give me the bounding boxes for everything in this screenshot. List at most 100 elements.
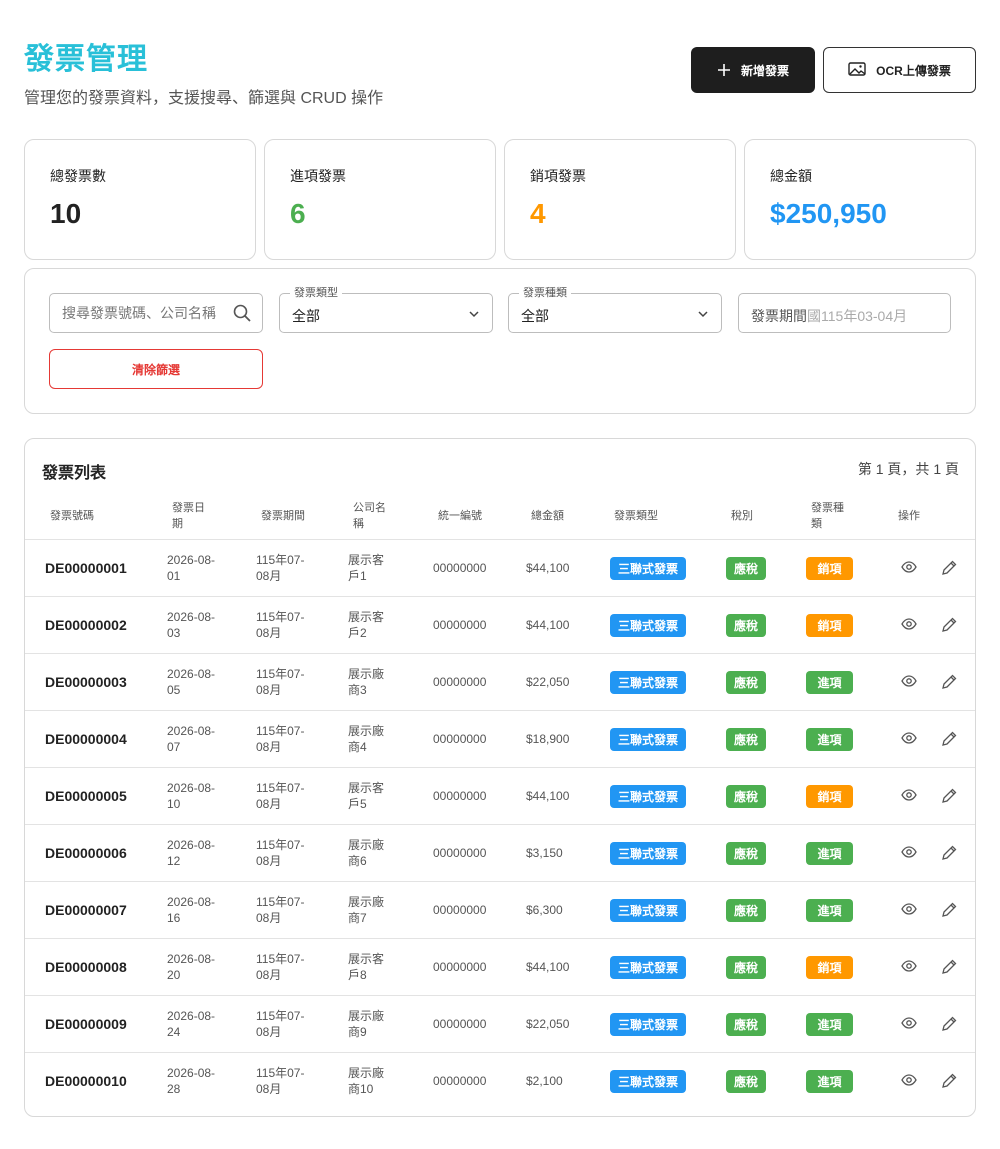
- company-name-line1: 展示廠: [348, 895, 385, 909]
- invoice-type-badge: 三聯式發票: [610, 956, 686, 979]
- pencil-icon[interactable]: [940, 730, 958, 753]
- eye-icon[interactable]: [901, 673, 917, 694]
- table-row[interactable]: DE00000010 2026-08- 28 115年07- 08月 展示廠 商10 0000…: [25, 1052, 975, 1109]
- page-subtitle: 管理您的發票資料，支援搜尋、篩選與 CRUD 操作: [24, 90, 384, 107]
- table-row[interactable]: DE00000002 2026-08- 03 115年07- 08月 展示客 戶2 00000…: [25, 596, 975, 653]
- eye-icon[interactable]: [901, 1072, 917, 1093]
- table-row[interactable]: DE00000006 2026-08- 12 115年07- 08月 展示廠 商6 00000…: [25, 824, 975, 881]
- invoice-date-line1: 2026-08-: [167, 667, 216, 681]
- invoice-period-line1: 115年07-: [256, 838, 305, 852]
- add-invoice-button[interactable]: 新增發票: [691, 47, 815, 93]
- pencil-icon[interactable]: [940, 559, 958, 582]
- page-header: 發票管理 管理您的發票資料，支援搜尋、篩選與 CRUD 操作 新增發票 OCR上…: [24, 30, 976, 110]
- invoice-period-label: 發票期間國115年03-04月: [751, 306, 907, 326]
- tax-badge: 應稅: [726, 728, 766, 751]
- invoice-date: 2026-08- 05: [167, 666, 215, 698]
- invoice-type-select[interactable]: 發票類型 全部: [279, 286, 493, 333]
- header-date-line2: 期: [172, 518, 183, 530]
- invoice-kind-select[interactable]: 發票種類 全部: [508, 286, 722, 333]
- chevron-down-icon: [697, 307, 709, 325]
- eye-icon[interactable]: [901, 958, 917, 979]
- header-actions: 操作: [898, 510, 920, 522]
- eye-icon[interactable]: [901, 1015, 917, 1036]
- stat-value: 6: [290, 198, 306, 229]
- invoice-type-badge: 三聯式發票: [610, 842, 686, 865]
- invoice-date-line1: 2026-08-: [167, 838, 216, 852]
- pencil-icon[interactable]: [940, 1015, 958, 1038]
- table-row[interactable]: DE00000001 2026-08- 01 115年07- 08月 展示客 戶1 00000…: [25, 539, 975, 596]
- stat-value: $250,950: [770, 198, 887, 229]
- stat-label: 銷項發票: [530, 168, 586, 184]
- eye-icon[interactable]: [901, 901, 917, 922]
- invoice-period: 115年07- 08月: [256, 1065, 304, 1097]
- table-row[interactable]: DE00000008 2026-08- 20 115年07- 08月 展示客 戶8 00000…: [25, 938, 975, 995]
- tax-id: 00000000: [433, 1074, 487, 1088]
- company-name: 展示客戶1: [348, 552, 384, 584]
- invoice-date-line2: 12: [167, 854, 181, 868]
- table-row[interactable]: DE00000007 2026-08- 16 115年07- 08月 展示廠 商7 00000…: [25, 881, 975, 938]
- invoice-date-line1: 2026-08-: [167, 724, 216, 738]
- tax-id: 00000000: [433, 903, 487, 917]
- total-amount: $22,050: [526, 675, 570, 689]
- stat-card-output: 銷項發票 4: [504, 139, 736, 260]
- stat-label: 總發票數: [50, 168, 106, 184]
- invoice-kind-badge: 銷項: [806, 557, 853, 580]
- clear-filters-button[interactable]: 清除篩選: [49, 349, 263, 389]
- tax-id: 00000000: [433, 732, 487, 746]
- eye-icon[interactable]: [901, 730, 917, 751]
- company-name-line1: 展示客: [348, 952, 385, 966]
- pencil-icon[interactable]: [940, 844, 958, 867]
- invoice-no: DE00000001: [45, 560, 127, 576]
- invoice-period-line2: 08月: [256, 569, 282, 583]
- pagination-info: 第 1 頁，共 1 頁: [857, 461, 959, 477]
- eye-icon[interactable]: [901, 559, 917, 580]
- eye-icon[interactable]: [901, 787, 917, 808]
- invoice-period: 115年07- 08月: [256, 951, 304, 983]
- total-amount: $3,150: [526, 846, 563, 860]
- invoice-period-line2: 08月: [256, 911, 282, 925]
- invoice-period-field[interactable]: 發票期間國115年03-04月: [738, 293, 951, 333]
- company-name-line1: 展示廠: [348, 1009, 385, 1023]
- invoice-date-line1: 2026-08-: [167, 781, 216, 795]
- invoice-period-line1: 115年07-: [256, 781, 305, 795]
- invoice-date-line1: 2026-08-: [167, 553, 216, 567]
- header-company-line2: 稱: [353, 518, 364, 530]
- company-name: 展示客 戶8: [348, 951, 384, 983]
- company-name-line2: 戶1: [348, 569, 367, 583]
- tax-badge: 應稅: [726, 956, 766, 979]
- pencil-icon[interactable]: [940, 787, 958, 810]
- company-name-line1: 展示廠: [348, 667, 385, 681]
- invoice-date-line2: 10: [167, 797, 181, 811]
- invoice-kind-badge: 進項: [806, 1070, 853, 1093]
- pencil-icon[interactable]: [940, 901, 958, 924]
- invoice-kind-badge: 銷項: [806, 956, 853, 979]
- table-row[interactable]: DE00000005 2026-08- 10 115年07- 08月 展示客 戶5 00000…: [25, 767, 975, 824]
- table-row[interactable]: DE00000003 2026-08- 05 115年07- 08月 展示廠 商3 00000…: [25, 653, 975, 710]
- tax-badge: 應稅: [726, 785, 766, 808]
- invoice-date-line2: 03: [167, 626, 181, 640]
- eye-icon[interactable]: [901, 616, 917, 637]
- table-row[interactable]: DE00000009 2026-08- 24 115年07- 08月 展示廠 商9 00000…: [25, 995, 975, 1052]
- invoice-period-line2: 08月: [256, 854, 282, 868]
- list-title: 發票列表: [42, 465, 107, 482]
- tax-badge: 應稅: [726, 557, 766, 580]
- company-name-line1: 展示客: [348, 553, 385, 567]
- search-icon[interactable]: [232, 303, 252, 328]
- company-name-line1: 展示廠: [348, 1066, 385, 1080]
- invoice-period: 115年07- 08月: [256, 780, 304, 812]
- table-row[interactable]: DE00000004 2026-08- 07 115年07- 08月 展示廠 商4 00000…: [25, 710, 975, 767]
- pencil-icon[interactable]: [940, 958, 958, 981]
- search-input[interactable]: [62, 294, 228, 332]
- invoice-period-line1: 115年07-: [256, 553, 305, 567]
- ocr-upload-button[interactable]: OCR上傳發票: [823, 47, 976, 93]
- stat-value: 10: [50, 198, 82, 229]
- total-amount: $44,100: [526, 618, 570, 632]
- pencil-icon[interactable]: [940, 673, 958, 696]
- pencil-icon[interactable]: [940, 1072, 958, 1095]
- invoice-date-line2: 16: [167, 911, 181, 925]
- eye-icon[interactable]: [901, 844, 917, 865]
- company-name-line2: 商10: [348, 1082, 374, 1096]
- pencil-icon[interactable]: [940, 616, 958, 639]
- invoice-period-line1: 115年07-: [256, 724, 305, 738]
- company-name-line2: 商3: [348, 683, 367, 697]
